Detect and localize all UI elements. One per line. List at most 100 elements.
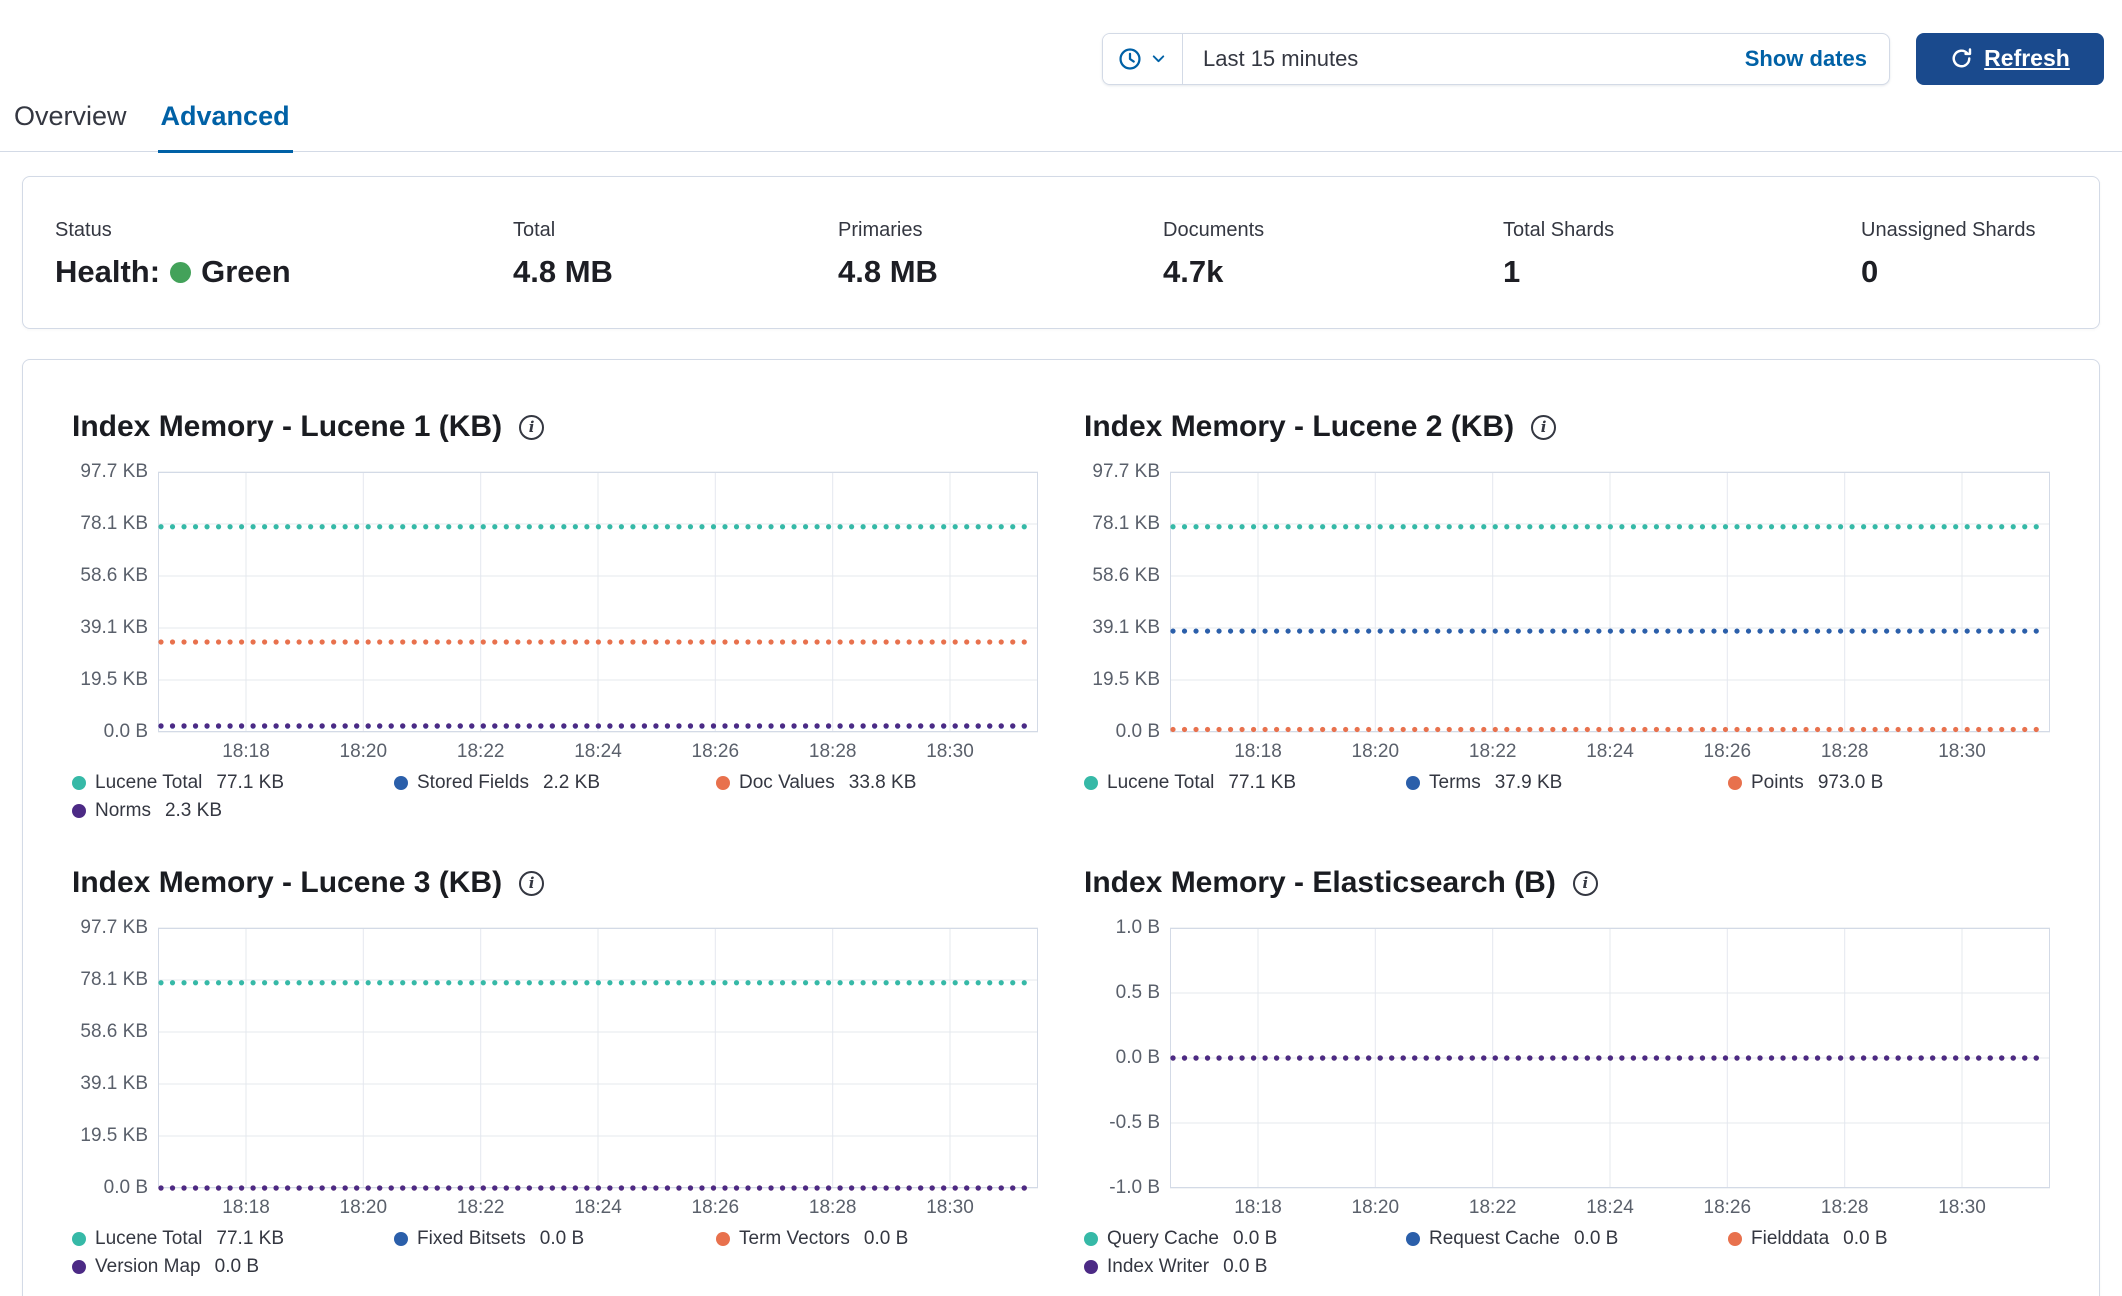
refresh-icon (1952, 48, 1972, 68)
legend-item[interactable]: Query Cache 0.0 B (1084, 1228, 1406, 1250)
show-dates-button[interactable]: Show dates (1723, 34, 1889, 84)
time-range-display[interactable]: Last 15 minutes (1183, 34, 1723, 84)
legend-item[interactable]: Fielddata 0.0 B (1728, 1228, 2050, 1250)
chart-plot (158, 471, 1038, 733)
x-axis-label: 18:20 (1351, 1197, 1400, 1218)
chart-plot (1170, 471, 2050, 733)
x-axis-label: 18:28 (1820, 1197, 1869, 1218)
legend-value: 2.2 KB (542, 772, 600, 793)
plot-area: 18:18 18:20 18:22 18:24 18:26 18:28 18:30 (158, 471, 1038, 764)
y-axis: 97.7 KB 78.1 KB 58.6 KB 39.1 KB 19.5 KB 0.0 B (72, 917, 158, 1198)
legend-value: 0.0 B (1573, 1228, 1619, 1249)
x-axis-label: 18:20 (339, 1197, 388, 1218)
summary-item: Total Shards 1 (1503, 219, 1861, 290)
legend-item[interactable]: Term Vectors 0.0 B (716, 1228, 1038, 1250)
legend-item[interactable]: Request Cache 0.0 B (1406, 1228, 1728, 1250)
legend-item[interactable]: Version Map 0.0 B (72, 1256, 394, 1278)
info-icon[interactable]: i (1572, 870, 1598, 896)
legend-value: 77.1 KB (216, 772, 285, 793)
legend-label: Norms (95, 800, 151, 821)
chart-legend: Lucene Total 77.1 KB Terms 37.9 KB Points 973… (1084, 772, 2050, 794)
y-axis-label: 0.0 B (1115, 721, 1160, 742)
summary-item: Primaries 4.8 MB (838, 219, 1163, 290)
tab-advanced[interactable]: Advanced (157, 95, 293, 153)
chart-legend: Lucene Total 77.1 KB Fixed Bitsets 0.0 B Ter… (72, 1228, 1038, 1278)
info-icon[interactable]: i (519, 870, 545, 896)
legend-dot-icon (394, 1232, 408, 1246)
info-icon[interactable]: i (1531, 414, 1557, 440)
x-axis-label: 18:26 (1703, 1197, 1752, 1218)
legend-dot-icon (716, 776, 730, 790)
plot-wrap: 97.7 KB 78.1 KB 58.6 KB 39.1 KB 19.5 KB 0.0 B… (72, 461, 1038, 764)
y-axis: 97.7 KB 78.1 KB 58.6 KB 39.1 KB 19.5 KB 0.0 B (72, 461, 158, 742)
legend-value: 0.0 B (1223, 1256, 1268, 1277)
plot-area: 18:18 18:20 18:22 18:24 18:26 18:28 18:30 (1170, 471, 2050, 764)
topbar: Last 15 minutes Show dates Refresh (0, 0, 2122, 95)
legend-value: 0.0 B (1232, 1228, 1278, 1249)
health-prefix: Health: (55, 254, 161, 289)
legend-item[interactable]: Index Writer 0.0 B (1084, 1256, 1406, 1278)
health-status-dot-icon (170, 261, 192, 283)
y-axis-label: 58.6 KB (1092, 565, 1160, 586)
summary-item-value: 4.8 MB (513, 254, 613, 289)
summary-item: Documents 4.7k (1163, 219, 1503, 290)
legend-item[interactable]: Fixed Bitsets 0.0 B (394, 1228, 716, 1250)
legend-label: Lucene Total (95, 772, 203, 793)
x-axis-label: 18:18 (1234, 1197, 1282, 1218)
chart-title: Index Memory - Elasticsearch (B) (1084, 866, 1556, 899)
x-axis-label: 18:22 (456, 741, 505, 762)
legend-item[interactable]: Lucene Total 77.1 KB (72, 772, 394, 794)
chevron-down-icon (1152, 55, 1165, 63)
legend-label: Fielddata (1751, 1228, 1830, 1249)
refresh-button[interactable]: Refresh (1916, 32, 2104, 85)
y-axis-label: 0.0 B (103, 1177, 148, 1198)
info-icon[interactable]: i (519, 414, 545, 440)
x-axis-label: 18:26 (1703, 741, 1752, 762)
legend-item[interactable]: Points 973.0 B (1728, 772, 2050, 794)
legend-item[interactable]: Doc Values 33.8 KB (716, 772, 1038, 794)
metrics-panel: Index Memory - Lucene 1 (KB) i 97.7 KB 78.1… (22, 359, 2100, 1296)
summary-item-label: Total Shards (1503, 219, 1615, 241)
summary-item-value: 4.8 MB (838, 254, 938, 289)
legend-item[interactable]: Lucene Total 77.1 KB (1084, 772, 1406, 794)
legend-dot-icon (1406, 776, 1420, 790)
plot-wrap: 97.7 KB 78.1 KB 58.6 KB 39.1 KB 19.5 KB 0.0 B… (1084, 461, 2050, 764)
summary-item-value: Health: Green (55, 254, 513, 290)
legend-dot-icon (72, 804, 86, 818)
y-axis-label: 58.6 KB (80, 565, 148, 586)
legend-item[interactable]: Norms 2.3 KB (72, 800, 394, 822)
y-axis-label: 19.5 KB (80, 669, 148, 690)
chart-title-row: Index Memory - Lucene 2 (KB) i (1084, 410, 2050, 444)
chart-card: Index Memory - Lucene 3 (KB) i 97.7 KB 78.1… (72, 866, 1038, 1278)
x-axis-label: 18:18 (222, 1197, 270, 1218)
summary-item-label: Primaries (838, 219, 923, 241)
tab-overview[interactable]: Overview (11, 95, 130, 151)
legend-item[interactable]: Terms 37.9 KB (1406, 772, 1728, 794)
x-axis-label: 18:22 (456, 1197, 505, 1218)
legend-value: 77.1 KB (1228, 772, 1297, 793)
super-date-picker: Last 15 minutes Show dates (1102, 32, 1890, 85)
legend-dot-icon (394, 776, 408, 790)
y-axis-label: 1.0 B (1115, 917, 1160, 938)
legend-dot-icon (1084, 1232, 1098, 1246)
legend-label: Term Vectors (739, 1228, 850, 1249)
legend-value: 0.0 B (1843, 1228, 1888, 1249)
legend-value: 973.0 B (1817, 772, 1884, 793)
time-quick-select-button[interactable] (1103, 33, 1183, 84)
index-advanced-page: Last 15 minutes Show dates Refresh Overv… (0, 0, 2122, 1296)
chart-title-row: Index Memory - Lucene 1 (KB) i (72, 410, 1038, 444)
legend-label: Index Writer (1107, 1256, 1210, 1277)
legend-dot-icon (716, 1232, 730, 1246)
y-axis-label: 39.1 KB (1092, 617, 1160, 638)
x-axis: 18:18 18:20 18:22 18:24 18:26 18:28 18:30 (158, 738, 1038, 764)
x-axis: 18:18 18:20 18:22 18:24 18:26 18:28 18:30 (1170, 1194, 2050, 1220)
y-axis: 1.0 B 0.5 B 0.0 B -0.5 B -1.0 B (1084, 917, 1170, 1198)
legend-item[interactable]: Lucene Total 77.1 KB (72, 1228, 394, 1250)
y-axis: 97.7 KB 78.1 KB 58.6 KB 39.1 KB 19.5 KB 0.0 B (1084, 461, 1170, 742)
chart-title-row: Index Memory - Lucene 3 (KB) i (72, 866, 1038, 900)
legend-label: Request Cache (1429, 1228, 1560, 1249)
summary-item-label: Status (55, 219, 112, 241)
legend-label: Terms (1429, 772, 1481, 793)
legend-label: Doc Values (739, 772, 835, 793)
legend-item[interactable]: Stored Fields 2.2 KB (394, 772, 716, 794)
